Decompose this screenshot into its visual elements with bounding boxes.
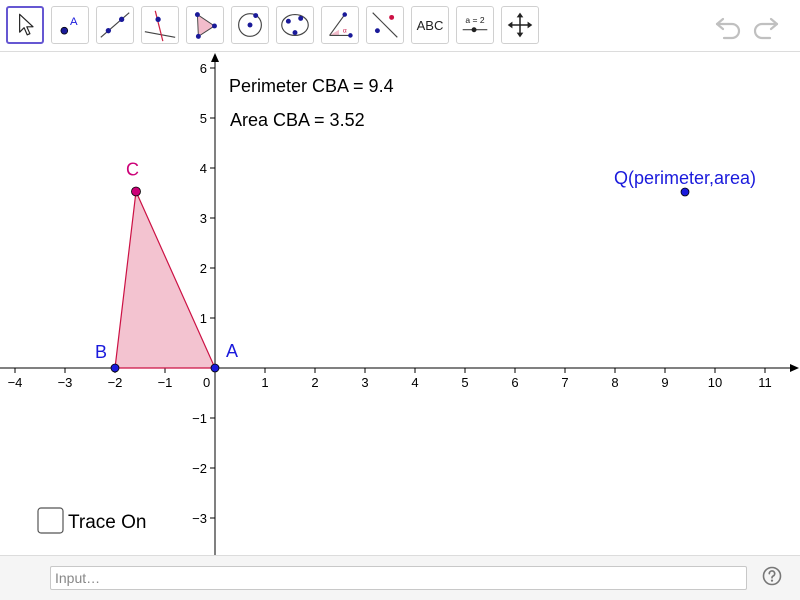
conic-icon <box>281 14 309 36</box>
y-tick-label: 5 <box>200 111 207 126</box>
trace-on-checkbox[interactable] <box>37 507 64 534</box>
redo-button[interactable] <box>750 12 780 40</box>
x-tick-label: 9 <box>661 375 668 390</box>
x-tick-label: −3 <box>58 375 73 390</box>
y-tick-label: 2 <box>200 261 207 276</box>
y-tick-label: −3 <box>192 511 207 526</box>
point-a-label: A <box>226 341 238 361</box>
area-text: Area CBA = 3.52 <box>230 110 365 130</box>
undo-button[interactable] <box>714 12 744 40</box>
x-tick-label: 5 <box>461 375 468 390</box>
point-a[interactable] <box>210 363 220 373</box>
point-tool[interactable]: A <box>51 6 89 44</box>
trace-on-label: Trace On <box>68 512 147 533</box>
y-tick-label: 1 <box>200 311 207 326</box>
y-tick-label: 6 <box>200 61 207 76</box>
y-axis-ticks: −3 −2 −1 1 2 3 4 5 6 <box>192 61 215 526</box>
line-icon <box>100 12 130 38</box>
graphics-view[interactable]: −4 −3 −2 −1 0 1 2 3 4 5 6 7 8 9 10 11 −3 −2 −1 1 2 3 4 5 6 C B … <box>0 52 800 555</box>
x-tick-label: −1 <box>158 375 173 390</box>
point-q[interactable] <box>680 187 690 197</box>
circle-center-icon <box>238 13 262 37</box>
x-tick-label: 8 <box>611 375 618 390</box>
redo-icon <box>753 17 779 40</box>
point-tool-glyph: A <box>70 16 78 28</box>
x-axis-arrow <box>790 364 799 372</box>
x-tick-label: −4 <box>8 375 23 390</box>
input-field[interactable] <box>50 566 747 590</box>
x-tick-label: 11 <box>758 375 772 390</box>
point-c-label: C <box>126 160 139 180</box>
cursor-arrow-icon <box>19 13 34 36</box>
point-b[interactable] <box>110 363 120 373</box>
x-tick-label: 1 <box>261 375 268 390</box>
move-tool[interactable] <box>6 6 44 44</box>
y-tick-label: −2 <box>192 461 207 476</box>
move-graphics-view-tool[interactable] <box>501 6 539 44</box>
x-tick-label: 2 <box>311 375 318 390</box>
x-tick-label: 10 <box>708 375 722 390</box>
point-b-label: B <box>95 342 107 362</box>
reflect-line-icon <box>372 12 398 38</box>
text-tool[interactable]: ABC <box>411 6 449 44</box>
polygon-tool[interactable] <box>186 6 224 44</box>
x-tick-label: −2 <box>108 375 123 390</box>
x-tick-label: 7 <box>561 375 568 390</box>
slider-tool[interactable]: a = 2 <box>456 6 494 44</box>
move-arrows-icon <box>507 12 533 38</box>
perpendicular-line-tool[interactable] <box>141 6 179 44</box>
circle-tool[interactable] <box>231 6 269 44</box>
y-tick-label: 4 <box>200 161 207 176</box>
conic-tool[interactable] <box>276 6 314 44</box>
x-tick-label: 6 <box>511 375 518 390</box>
angle-tool-glyph: α <box>343 28 347 35</box>
input-bar <box>0 555 800 600</box>
y-axis-arrow <box>211 53 219 62</box>
x-tick-label: 0 <box>203 375 210 390</box>
help-button[interactable] <box>762 566 782 586</box>
point-icon: A <box>60 16 78 35</box>
help-icon <box>762 566 782 586</box>
undo-icon <box>715 17 741 40</box>
polygon-icon <box>194 12 217 39</box>
x-tick-label: 4 <box>411 375 418 390</box>
slider-tool-label: a = 2 <box>465 15 484 25</box>
x-tick-label: 3 <box>361 375 368 390</box>
y-tick-label: −1 <box>192 411 207 426</box>
slider-icon: a = 2 <box>462 15 488 33</box>
angle-icon: α <box>329 12 353 38</box>
perpendicular-line-icon <box>144 10 176 42</box>
y-tick-label: 3 <box>200 211 207 226</box>
point-c[interactable] <box>131 186 141 197</box>
reflect-tool[interactable] <box>366 6 404 44</box>
toolbar: A α ABC a = 2 <box>0 0 800 52</box>
angle-tool[interactable]: α <box>321 6 359 44</box>
line-tool[interactable] <box>96 6 134 44</box>
point-q-label: Q(perimeter,area) <box>614 168 756 188</box>
perimeter-text: Perimeter CBA = 9.4 <box>229 76 394 96</box>
text-tool-label: ABC <box>416 17 444 33</box>
x-axis-ticks: −4 −3 −2 −1 0 1 2 3 4 5 6 7 8 9 10 11 <box>8 368 772 390</box>
